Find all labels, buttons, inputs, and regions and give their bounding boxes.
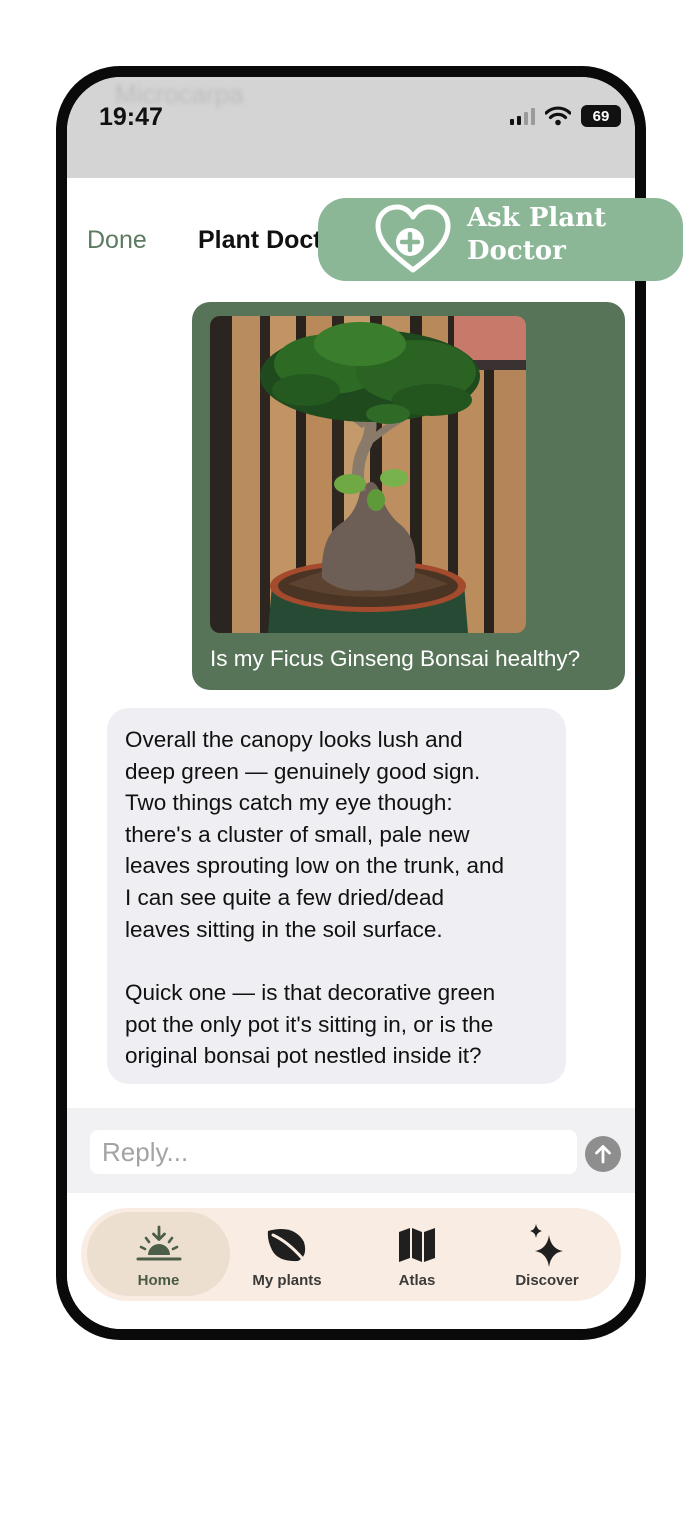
done-button[interactable]: Done: [87, 226, 147, 255]
status-time: 19:47: [99, 103, 163, 131]
assistant-message-bubble: Overall the canopy looks lush and deep g…: [107, 708, 566, 1084]
cellular-signal-icon: [510, 107, 535, 125]
assistant-message-paragraph: Quick one — is that decorative green pot…: [125, 980, 496, 1069]
tab-my-plants-label: My plants: [252, 1272, 322, 1289]
tab-atlas[interactable]: Atlas: [352, 1208, 482, 1301]
tab-home-label: Home: [137, 1272, 180, 1289]
arrow-up-icon: [595, 1145, 611, 1164]
ask-plant-doctor-badge[interactable]: Ask Plant Doctor: [318, 198, 683, 281]
tab-bar-area: Home My plants Atlas Discover: [67, 1193, 635, 1329]
reply-composer: [67, 1108, 635, 1193]
send-button[interactable]: [585, 1136, 621, 1172]
leaf-icon: [264, 1222, 310, 1268]
reply-input[interactable]: [90, 1130, 577, 1174]
status-bar: Microcarpa 19:47 69: [67, 77, 635, 178]
tab-discover[interactable]: Discover: [482, 1208, 612, 1301]
chat-thread[interactable]: Is my Ficus Ginseng Bonsai healthy? Over…: [67, 298, 635, 1108]
sparkles-icon: [527, 1222, 567, 1268]
assistant-message-paragraph: Overall the canopy looks lush and deep g…: [125, 727, 504, 942]
wifi-icon: [545, 106, 571, 126]
sunrise-icon: [135, 1222, 183, 1268]
user-message-text: Is my Ficus Ginseng Bonsai healthy?: [210, 646, 581, 671]
tab-home[interactable]: Home: [87, 1212, 230, 1296]
bonsai-photo-illustration: [210, 316, 526, 633]
battery-indicator: 69: [581, 105, 621, 127]
user-message-bubble: Is my Ficus Ginseng Bonsai healthy?: [192, 302, 625, 690]
tab-discover-label: Discover: [515, 1272, 579, 1289]
bonsai-photo[interactable]: [210, 316, 526, 633]
status-icons: 69: [510, 105, 621, 127]
tab-bar: Home My plants Atlas Discover: [81, 1208, 621, 1301]
ask-plant-doctor-line1: Ask Plant: [467, 203, 607, 233]
tab-my-plants[interactable]: My plants: [222, 1208, 352, 1301]
tab-atlas-label: Atlas: [398, 1272, 436, 1289]
map-icon: [397, 1222, 437, 1268]
heart-plus-icon: [374, 204, 452, 276]
ask-plant-doctor-label: Ask Plant Doctor: [467, 202, 667, 268]
ask-plant-doctor-line2: Doctor: [467, 236, 566, 266]
